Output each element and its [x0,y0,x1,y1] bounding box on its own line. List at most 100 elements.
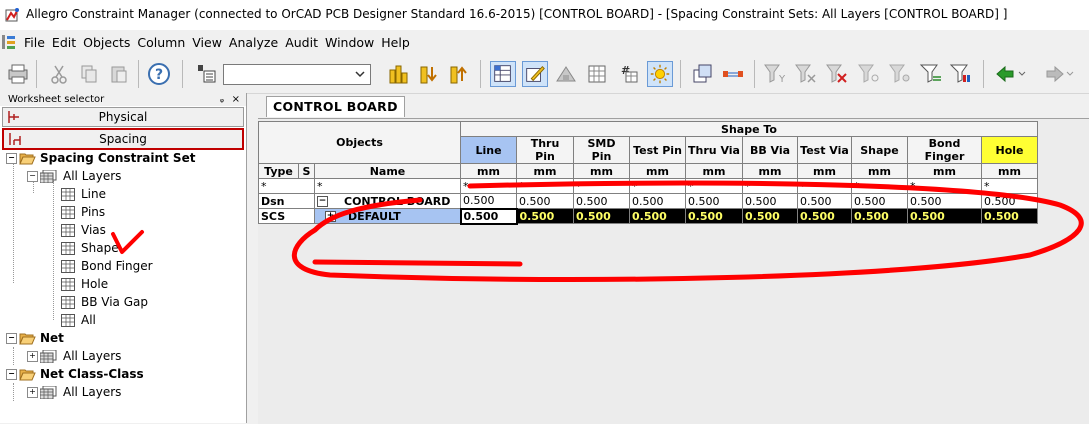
collapse-icon[interactable]: − [317,196,328,207]
type-header[interactable]: Type [258,163,299,179]
physical-button[interactable]: Physical [2,107,244,127]
tree-item-all-layers[interactable]: − All Layers [27,167,121,185]
filter-cell-name[interactable]: * [314,178,461,194]
tree-item-hole[interactable]: Hole [61,275,108,293]
value-cell[interactable]: 0.500 [685,208,743,224]
tree-item-spacing-constraint-set[interactable]: − Spacing Constraint Set [6,149,195,167]
collapse-icon[interactable]: − [6,333,17,344]
filter-cell[interactable]: * [797,178,852,194]
value-cell[interactable]: 0.500 [516,208,574,224]
chevron-down-icon[interactable] [352,66,368,83]
menu-audit[interactable]: Audit [285,35,318,50]
col-header-test-via[interactable]: Test Via [797,136,852,164]
tree-item-bond-finger[interactable]: Bond Finger [61,257,153,275]
value-cell[interactable]: 0.500 [629,193,686,209]
collapse-icon[interactable]: − [6,369,17,380]
row-name-cell[interactable]: + DEFAULT [314,208,461,224]
name-header[interactable]: Name [314,163,461,179]
value-cell[interactable]: 0.500 [685,193,743,209]
tree-item-vias[interactable]: Vias [61,221,106,239]
value-cell-selected[interactable]: 0.500 [459,207,518,225]
col-header-line[interactable]: Line [460,136,517,164]
value-cell[interactable]: 0.500 [907,193,982,209]
worksheet-icon[interactable] [490,61,516,87]
diff-pair-icon[interactable] [720,61,746,87]
value-cell[interactable]: 0.500 [742,193,798,209]
print-icon[interactable] [5,61,31,87]
col-header-thru-pin[interactable]: Thru Pin [516,136,574,164]
cut-icon[interactable] [46,61,72,87]
col-header-shape[interactable]: Shape [851,136,908,164]
value-cell[interactable]: 0.500 [981,208,1038,224]
arrow-up-chart-icon[interactable] [446,61,472,87]
filter-cell[interactable]: * [981,178,1038,194]
menu-help[interactable]: Help [381,35,410,50]
value-cell[interactable]: 0.500 [907,208,982,224]
value-cell[interactable]: 0.500 [742,208,798,224]
copy-icon[interactable] [76,61,102,87]
filter-cell[interactable]: * [907,178,982,194]
grid-window-icon[interactable] [584,61,610,87]
tree-item-bb-via-gap[interactable]: BB Via Gap [61,293,148,311]
tab-control-board[interactable]: CONTROL BOARD [266,96,405,117]
menu-window[interactable]: Window [325,35,374,50]
back-arrow-icon[interactable] [993,61,1027,87]
menu-objects[interactable]: Objects [83,35,130,50]
sun-icon[interactable] [647,61,673,87]
bar-chart-icon[interactable] [385,61,411,87]
menu-file[interactable]: File [24,35,45,50]
col-header-thru-via[interactable]: Thru Via [685,136,743,164]
collapse-icon[interactable]: − [6,153,17,164]
object-combo-box[interactable] [223,64,371,85]
col-header-smd-pin[interactable]: SMD Pin [573,136,630,164]
filter-cell[interactable]: * [573,178,630,194]
filter-cell[interactable]: * [516,178,574,194]
col-header-hole[interactable]: Hole [981,136,1038,164]
expand-icon[interactable]: + [27,387,38,398]
object-filter-icon[interactable] [193,61,219,87]
filter-settings-icon[interactable] [856,61,882,87]
row-name-cell[interactable]: − CONTROL BOARD [314,193,461,209]
menu-edit[interactable]: Edit [52,35,76,50]
pin-icon[interactable]: ᵩ [220,93,224,106]
filter-list-icon[interactable] [918,61,944,87]
tree-item-pins[interactable]: Pins [61,203,105,221]
filter-cell-type[interactable]: * [258,178,315,194]
value-cell[interactable]: 0.500 [573,193,630,209]
col-header-bb-via[interactable]: BB Via [742,136,798,164]
menu-view[interactable]: View [192,35,222,50]
tree-item-net-class-class[interactable]: − Net Class-Class [6,365,144,383]
menu-analyze[interactable]: Analyze [229,35,278,50]
windows-icon[interactable] [690,61,716,87]
forward-arrow-icon[interactable] [1041,61,1075,87]
tree-item-shape[interactable]: Shape [61,239,119,257]
filter-color-icon[interactable] [948,61,974,87]
tree-item-ncc-all-layers[interactable]: + All Layers [27,383,121,401]
filter-icon[interactable]: Y [762,61,788,87]
expand-icon[interactable]: + [325,211,336,222]
value-cell[interactable]: 0.500 [516,193,574,209]
value-cell[interactable]: 0.500 [460,193,517,209]
paste-icon[interactable] [106,61,132,87]
collapse-icon[interactable]: − [27,171,38,182]
tree-item-line[interactable]: Line [61,185,106,203]
tree-item-net-all-layers[interactable]: + All Layers [27,347,121,365]
filter-cell[interactable]: * [460,178,517,194]
col-header-test-pin[interactable]: Test Pin [629,136,686,164]
value-cell[interactable]: 0.500 [797,208,852,224]
tree-item-net[interactable]: − Net [6,329,64,347]
s-header[interactable]: S [298,163,315,179]
menu-column[interactable]: Column [137,35,185,50]
value-cell[interactable]: 0.500 [851,208,908,224]
value-cell[interactable]: 0.500 [851,193,908,209]
spacing-button[interactable]: Spacing [2,128,244,150]
expand-icon[interactable]: + [27,351,38,362]
value-cell[interactable]: 0.500 [797,193,852,209]
value-cell[interactable]: 0.500 [629,208,686,224]
filter-gear-icon[interactable] [887,61,913,87]
col-header-bond-finger[interactable]: Bond Finger [907,136,982,164]
help-icon[interactable]: ? [146,61,172,87]
table-row[interactable]: Dsn − CONTROL BOARD 0.500 0.500 0.500 0.5… [258,193,1038,209]
filter-cell[interactable]: * [851,178,908,194]
pen-sheet-icon[interactable] [522,61,548,87]
